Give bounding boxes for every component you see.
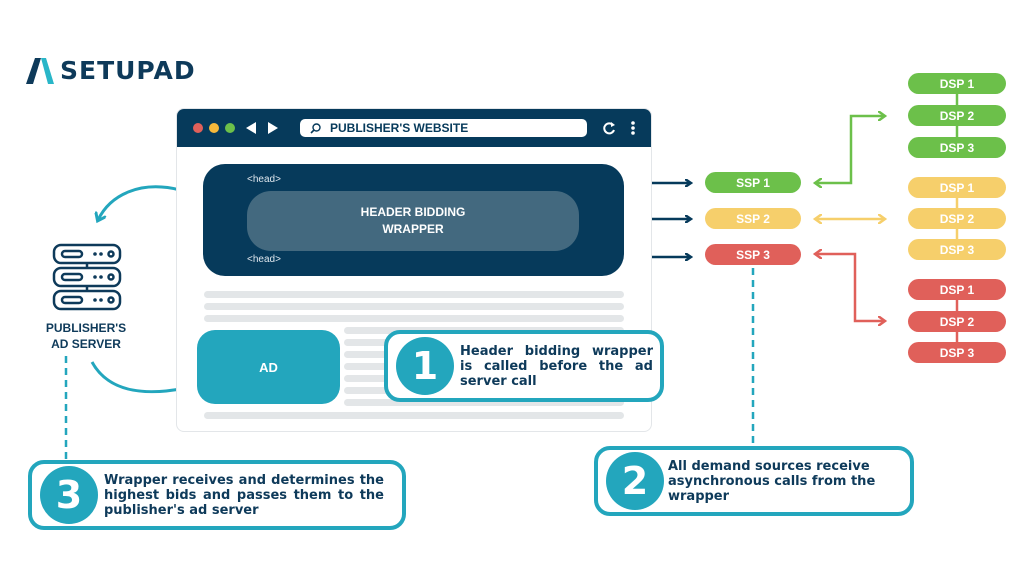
- forward-arrow-icon[interactable]: [267, 122, 279, 134]
- dsp-label: DSP 2: [939, 211, 975, 226]
- dsp-label: DSP 3: [939, 345, 975, 360]
- head-open-tag: <head>: [247, 174, 281, 185]
- step-1-number: 1: [396, 337, 454, 395]
- search-icon: [310, 123, 321, 134]
- dsp-label: DSP 1: [939, 76, 975, 91]
- dsp-group-2-item-1: DSP 1: [908, 177, 1006, 198]
- step-2-callout: 2 All demand sources receive asynchronou…: [594, 446, 914, 516]
- content-line: [204, 412, 624, 419]
- ssp-1: SSP 1: [705, 172, 801, 193]
- ssp-label: SSP 2: [736, 211, 770, 226]
- setupad-logo: SETUPAD: [26, 56, 196, 85]
- reload-icon[interactable]: [602, 121, 616, 135]
- ssp-label: SSP 1: [736, 175, 770, 190]
- head-close-tag: <head>: [247, 254, 281, 265]
- dsp-group-2-item-3: DSP 3: [908, 239, 1006, 260]
- ad-server-label-line1: PUBLISHER'S: [45, 321, 127, 335]
- step-3-text: Wrapper receives and determines the high…: [104, 473, 384, 518]
- back-arrow-icon[interactable]: [245, 122, 257, 134]
- step-3-callout: 3 Wrapper receives and determines the hi…: [28, 460, 406, 530]
- dsp-group-3-item-3: DSP 3: [908, 342, 1006, 363]
- page-head-block: <head> HEADER BIDDING WRAPPER <head>: [203, 164, 624, 276]
- dsp-group-1-item-2: DSP 2: [908, 105, 1006, 126]
- wrapper-to-server-curve-arrow: [98, 185, 181, 220]
- dsp-label: DSP 2: [939, 314, 975, 329]
- ad-label: AD: [259, 359, 278, 375]
- dsp-group-3-item-1: DSP 1: [908, 279, 1006, 300]
- ad-slot: AD: [197, 330, 340, 404]
- ssp-3: SSP 3: [705, 244, 801, 265]
- address-bar-text: PUBLISHER'S WEBSITE: [330, 121, 469, 135]
- header-bidding-wrapper: HEADER BIDDING WRAPPER: [247, 191, 579, 251]
- wrapper-label-line2: WRAPPER: [382, 222, 444, 236]
- step-2-number: 2: [606, 452, 664, 510]
- logo-mark-icon: [26, 57, 54, 84]
- dsp-label: DSP 2: [939, 108, 975, 123]
- dsp-group-1-item-3: DSP 3: [908, 137, 1006, 158]
- browser-toolbar: PUBLISHER'S WEBSITE: [177, 109, 651, 147]
- wrapper-label-line1: HEADER BIDDING: [360, 205, 466, 219]
- logo-text: SETUPAD: [60, 56, 196, 85]
- ssp-2: SSP 2: [705, 208, 801, 229]
- content-line: [204, 303, 624, 310]
- dsp-label: DSP 3: [939, 140, 975, 155]
- minimize-dot-icon[interactable]: [209, 123, 219, 133]
- step-1-text: Header bidding wrapper is called before …: [460, 344, 653, 389]
- step-2-text: All demand sources receive asynchronous …: [668, 459, 876, 504]
- more-menu-icon[interactable]: [630, 120, 636, 136]
- dsp-group-1-arrow: [816, 116, 884, 183]
- close-dot-icon[interactable]: [193, 123, 203, 133]
- ad-server-icon: [52, 243, 122, 311]
- step-3-number: 3: [40, 466, 98, 524]
- dsp-group-2-item-2: DSP 2: [908, 208, 1006, 229]
- server-to-ad-curve-arrow: [90, 361, 186, 392]
- dsp-group-3-arrow: [816, 254, 884, 321]
- ad-server-label: PUBLISHER'S AD SERVER: [36, 320, 136, 352]
- ad-server-label-line2: AD SERVER: [51, 337, 121, 351]
- dsp-group-3-item-2: DSP 2: [908, 311, 1006, 332]
- ssp-label: SSP 3: [736, 247, 770, 262]
- dsp-label: DSP 3: [939, 242, 975, 257]
- dsp-label: DSP 1: [939, 282, 975, 297]
- step-1-callout: 1 Header bidding wrapper is called befor…: [384, 330, 664, 402]
- address-bar[interactable]: PUBLISHER'S WEBSITE: [300, 119, 587, 137]
- content-line: [204, 315, 624, 322]
- dsp-label: DSP 1: [939, 180, 975, 195]
- maximize-dot-icon[interactable]: [225, 123, 235, 133]
- content-line: [204, 291, 624, 298]
- dsp-group-1-item-1: DSP 1: [908, 73, 1006, 94]
